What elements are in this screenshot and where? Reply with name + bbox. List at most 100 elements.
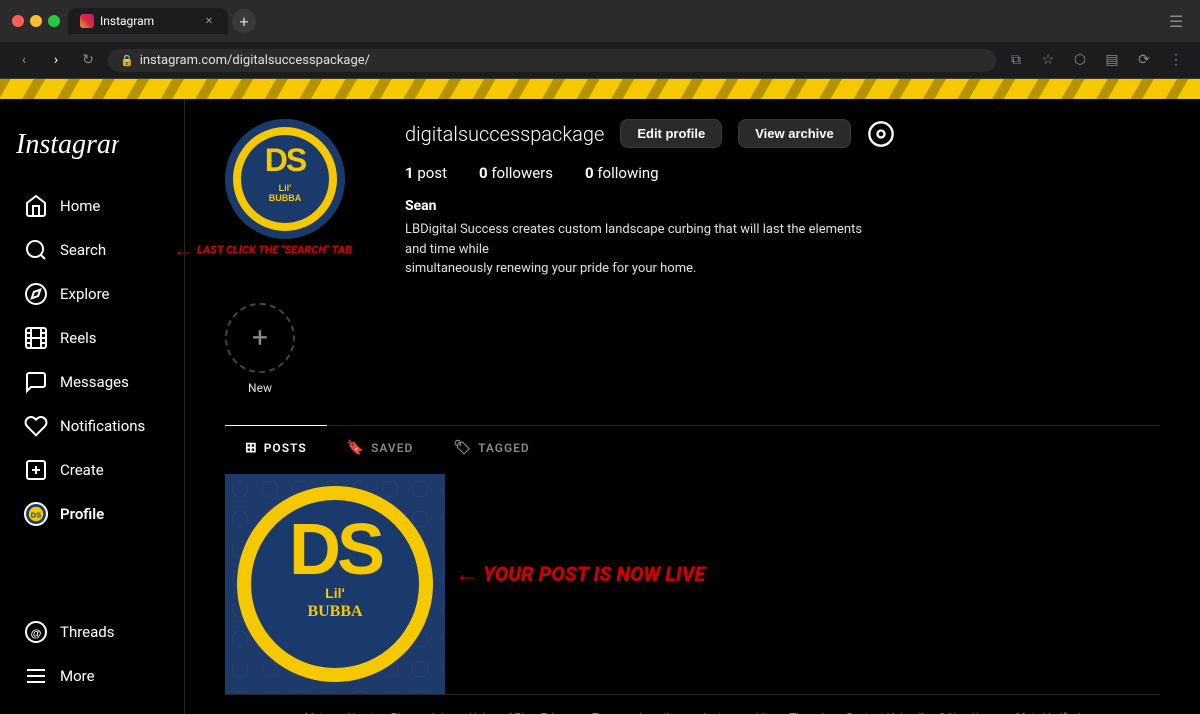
search-annotation-text: LAST CLICK THE "SEARCH" TAB [197, 244, 352, 257]
sidebar-toggle-icon[interactable]: ▤ [1100, 48, 1124, 72]
search-icon [24, 238, 48, 262]
bookmark-star-icon[interactable]: ☆ [1036, 48, 1060, 72]
notifications-label: Notifications [60, 417, 145, 435]
sidebar-item-home[interactable]: Home [8, 184, 176, 228]
threads-label: Threads [60, 623, 114, 641]
sidebar-item-threads[interactable]: @ Threads [8, 610, 176, 654]
profile-avatar-small: DS [24, 502, 48, 526]
sidebar-nav: Home Search ← LAST CLICK THE "SEARCH" TA… [0, 184, 184, 698]
tab-tagged-label: TAGGED [478, 441, 530, 455]
sidebar-item-reels[interactable]: Reels [8, 316, 176, 360]
post-live-annotation: ← YOUR POST IS NOW LIVE [455, 560, 705, 589]
post-annotation-arrow: ← [455, 560, 479, 589]
url-text: instagram.com/digitalsuccesspackage/ [140, 53, 370, 68]
profile-username: digitalsuccesspackage [405, 122, 604, 146]
reload-icon[interactable]: ⟳ [1132, 48, 1156, 72]
browser-titlebar: Instagram ✕ + ☰ [0, 0, 1200, 42]
svg-text:Lil': Lil' [279, 183, 292, 193]
sidebar-item-profile[interactable]: DS Profile [8, 492, 176, 536]
footer-about[interactable]: About [345, 711, 374, 714]
profile-info: digitalsuccesspackage Edit profile View … [405, 119, 1160, 279]
home-label: Home [60, 197, 100, 215]
lock-icon: 🔒 [120, 54, 134, 67]
footer-meta-verified[interactable]: Meta Verified [1016, 711, 1081, 714]
post-thumbnail[interactable]: DS Lil' BUBBA [225, 474, 445, 694]
footer-api[interactable]: API [507, 711, 524, 714]
footer-privacy[interactable]: Privacy [541, 711, 577, 714]
messages-label: Messages [60, 373, 129, 391]
footer-help[interactable]: Help [469, 711, 492, 714]
extensions-icon[interactable]: ⧉ [1004, 48, 1028, 72]
posts-stat: 1 post [405, 164, 447, 182]
instagram-logo: Instagram [0, 115, 184, 184]
profile-header: DS Lil' BUBBA digitalsuccesspackage Edit… [225, 119, 1160, 279]
followers-count: 0 [479, 164, 488, 182]
traffic-lights [12, 15, 60, 27]
yellow-stripe [0, 79, 1200, 99]
search-annotation: ← LAST CLICK THE "SEARCH" TAB [173, 238, 352, 263]
profile-avatar: DS Lil' BUBBA [225, 119, 345, 239]
close-button[interactable] [12, 15, 24, 27]
new-post-circle-icon[interactable]: + [225, 303, 295, 373]
footer-locations[interactable]: Locations [639, 711, 687, 714]
sidebar-item-messages[interactable]: Messages [8, 360, 176, 404]
browser-tabs: Instagram ✕ + [68, 8, 1156, 34]
heart-icon [24, 414, 48, 438]
back-button[interactable]: ‹ [12, 48, 36, 72]
footer-blog[interactable]: Blog [391, 711, 413, 714]
tab-close-icon[interactable]: ✕ [202, 14, 216, 28]
messages-icon [24, 370, 48, 394]
tab-saved[interactable]: 🔖 SAVED [327, 425, 434, 470]
extensions-btn[interactable]: ⬡ [1068, 48, 1092, 72]
tab-tagged[interactable]: 🏷 TAGGED [433, 425, 549, 470]
sidebar: Instagram Home [0, 99, 185, 714]
instagram-wordmark: Instagram [16, 127, 119, 159]
profile-top-row: digitalsuccesspackage Edit profile View … [405, 119, 1160, 148]
profile-stats: 1 post 0 followers 0 following [405, 164, 1160, 182]
bio-line2: simultaneously renewing your pride for y… [405, 261, 696, 276]
footer-threads[interactable]: Threads [790, 711, 830, 714]
posts-label: post [417, 164, 447, 182]
profile-bio: LBDigital Success creates custom landsca… [405, 220, 885, 279]
sidebar-item-search[interactable]: Search ← LAST CLICK THE "SEARCH" TAB [8, 228, 176, 272]
sidebar-item-explore[interactable]: Explore [8, 272, 176, 316]
post-annotation-text: YOUR POST IS NOW LIVE [483, 562, 705, 586]
footer-instagram-lite[interactable]: Instagram Lite [703, 711, 773, 714]
footer-jobs[interactable]: Jobs [429, 711, 453, 714]
tab-favicon [80, 14, 94, 28]
sidebar-item-notifications[interactable]: Notifications [8, 404, 176, 448]
sidebar-item-more[interactable]: More [8, 654, 176, 698]
active-tab[interactable]: Instagram ✕ [68, 8, 228, 34]
following-count: 0 [585, 164, 594, 182]
main-content: DS Lil' BUBBA digitalsuccesspackage Edit… [185, 99, 1200, 714]
svg-text:BUBBA: BUBBA [307, 603, 363, 620]
grid-icon: ⊞ [245, 440, 258, 456]
view-archive-button[interactable]: View archive [738, 119, 851, 148]
footer-contact[interactable]: Contact Uploading & Non-Users [846, 711, 1000, 714]
edit-profile-button[interactable]: Edit profile [620, 119, 722, 148]
explore-icon [24, 282, 48, 306]
forward-button[interactable]: › [44, 48, 68, 72]
footer-terms[interactable]: Terms [592, 711, 623, 714]
settings-icon[interactable] [867, 120, 895, 148]
home-icon [24, 194, 48, 218]
create-label: Create [60, 461, 104, 479]
maximize-button[interactable] [48, 15, 60, 27]
address-bar[interactable]: 🔒 instagram.com/digitalsuccesspackage/ [108, 49, 996, 72]
svg-text:DS: DS [289, 510, 383, 590]
footer-meta[interactable]: Meta [304, 711, 329, 714]
search-label: Search [60, 241, 106, 259]
browser-menu-icon[interactable]: ☰ [1164, 9, 1188, 33]
minimize-button[interactable] [30, 15, 42, 27]
tab-posts[interactable]: ⊞ POSTS [225, 425, 327, 470]
app-layout: Instagram Home [0, 99, 1200, 714]
footer: Meta About Blog Jobs Help API Privacy Te… [225, 694, 1160, 714]
svg-text:Instagram: Instagram [16, 129, 119, 159]
new-post-button[interactable]: + New [225, 303, 295, 395]
sidebar-spacer [0, 536, 184, 610]
more-options-icon[interactable]: ⋮ [1164, 48, 1188, 72]
sidebar-item-create[interactable]: Create [8, 448, 176, 492]
new-tab-button[interactable]: + [232, 9, 256, 33]
refresh-button[interactable]: ↻ [76, 48, 100, 72]
profile-name: Sean [405, 198, 1160, 214]
